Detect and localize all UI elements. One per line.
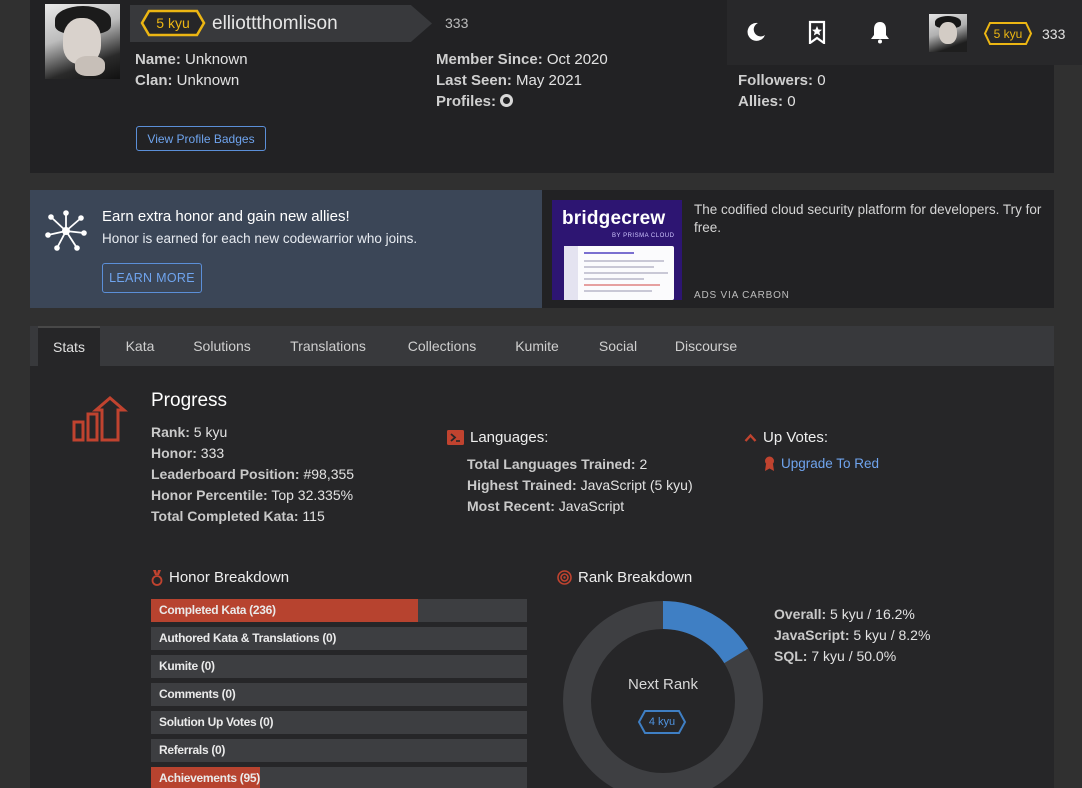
rank-overall: Overall: 5 kyu / 16.2% — [774, 606, 915, 622]
promo-subtitle: Honor is earned for each new codewarrior… — [102, 231, 418, 246]
stat-honor: Honor: 333 — [151, 445, 225, 461]
ad-screenshot — [564, 246, 674, 300]
honor-bar-label: Comments (0) — [159, 687, 236, 701]
upvotes-title: Up Votes: — [744, 429, 828, 446]
stat-total-languages: Total Languages Trained: 2 — [467, 456, 648, 472]
ads-via-carbon[interactable]: ADS VIA CARBON — [694, 290, 790, 301]
ribbon-icon — [765, 456, 774, 471]
carbon-ad[interactable]: bridgecrew BY PRISMA CLOUD The codified … — [542, 190, 1054, 308]
network-icon — [45, 210, 87, 251]
promo-title: Earn extra honor and gain new allies! — [102, 208, 350, 225]
info-profiles: Profiles: — [436, 91, 608, 112]
profile-info-middle: Member Since: Oct 2020 Last Seen: May 20… — [436, 49, 608, 112]
username: elliottthomlison — [212, 13, 338, 34]
progress-chart-icon — [72, 396, 128, 442]
honor-breakdown-title: Honor Breakdown — [151, 569, 289, 586]
profile-info-left: Name: Unknown Clan: Unknown — [135, 49, 248, 91]
toolbar-rank-badge[interactable]: 5 kyu — [983, 21, 1033, 46]
chevron-up-icon — [744, 433, 757, 442]
profile-rank-label: 5 kyu — [156, 15, 190, 31]
ad-text[interactable]: The codified cloud security platform for… — [694, 201, 1044, 237]
learn-more-button[interactable]: LEARN MORE — [102, 263, 202, 293]
target-icon — [557, 570, 572, 585]
next-rank-label: Next Rank — [627, 676, 699, 693]
tab-discourse[interactable]: Discourse — [664, 326, 748, 366]
upgrade-to-red-link[interactable]: Upgrade To Red — [764, 456, 879, 471]
info-allies[interactable]: Allies: 0 — [738, 91, 826, 112]
honor-bar: Kumite (0) — [151, 655, 527, 678]
profile-avatar — [45, 4, 120, 79]
tab-kata[interactable]: Kata — [110, 326, 170, 366]
ad-logo: bridgecrew — [562, 208, 666, 229]
stat-completed-kata: Total Completed Kata: 115 — [151, 508, 325, 524]
stat-honor-percentile: Honor Percentile: Top 32.335% — [151, 487, 354, 503]
profile-panel: Stats Kata Solutions Translations Collec… — [30, 326, 1054, 788]
info-name: Name: Unknown — [135, 51, 248, 68]
info-clan: Clan: Unknown — [135, 72, 240, 89]
info-last-seen: Last Seen: May 2021 — [436, 72, 582, 89]
rank-progress-donut — [563, 601, 763, 788]
next-rank-badge: 4 kyu — [637, 709, 687, 735]
toolbar-honor: 333 — [1042, 26, 1066, 42]
honor-bar-label: Kumite (0) — [159, 659, 215, 673]
moon-icon[interactable] — [744, 20, 768, 44]
tab-social[interactable]: Social — [588, 326, 648, 366]
github-icon[interactable] — [500, 94, 514, 107]
stat-highest-trained: Highest Trained: JavaScript (5 kyu) — [467, 477, 693, 493]
tab-translations[interactable]: Translations — [278, 326, 378, 366]
view-profile-badges-button[interactable]: View Profile Badges — [136, 126, 266, 151]
honor-bar-label: Solution Up Votes (0) — [159, 715, 274, 729]
info-followers[interactable]: Followers: 0 — [738, 70, 826, 91]
honor-bar: Authored Kata & Translations (0) — [151, 627, 527, 650]
toolbar-rank-label: 5 kyu — [993, 26, 1023, 41]
honor-bar: Referrals (0) — [151, 739, 527, 762]
languages-title: Languages: — [447, 429, 548, 446]
bookmark-star-icon[interactable] — [805, 20, 829, 44]
stat-leaderboard: Leaderboard Position: #98,355 — [151, 466, 355, 482]
profile-honor: 333 — [445, 15, 469, 31]
referral-promo: Earn extra honor and gain new allies! Ho… — [30, 190, 542, 308]
donut-progress-arc — [662, 601, 749, 664]
ad-logo-byline: BY PRISMA CLOUD — [612, 233, 675, 239]
bell-icon[interactable] — [868, 20, 892, 44]
progress-stats: Rank: 5 kyu Honor: 333 Leaderboard Posit… — [151, 422, 354, 527]
rank-sql: SQL: 7 kyu / 50.0% — [774, 648, 897, 664]
user-avatar[interactable] — [929, 14, 967, 52]
rank-breakdown-title: Rank Breakdown — [557, 569, 692, 586]
medal-icon — [151, 569, 163, 586]
honor-bar-label: Completed Kata (236) — [159, 603, 276, 617]
profile-rank-badge: 5 kyu — [140, 9, 206, 37]
rank-javascript: JavaScript: 5 kyu / 8.2% — [774, 627, 931, 643]
profile-tabs: Stats Kata Solutions Translations Collec… — [30, 326, 1054, 366]
stat-rank: Rank: 5 kyu — [151, 424, 228, 440]
info-member-since: Member Since: Oct 2020 — [436, 51, 608, 68]
rank-breakdown-stats: Overall: 5 kyu / 16.2% JavaScript: 5 kyu… — [774, 604, 930, 667]
stat-most-recent: Most Recent: JavaScript — [467, 498, 625, 514]
honor-bar: Solution Up Votes (0) — [151, 711, 527, 734]
ad-image[interactable]: bridgecrew BY PRISMA CLOUD — [552, 200, 682, 300]
honor-bar-label: Achievements (95) — [159, 771, 260, 785]
progress-title: Progress — [151, 390, 228, 411]
tab-collections[interactable]: Collections — [392, 326, 492, 366]
honor-bar: Achievements (95) — [151, 767, 527, 788]
honor-bar: Completed Kata (236) — [151, 599, 527, 622]
tab-stats[interactable]: Stats — [38, 326, 100, 366]
tab-kumite[interactable]: Kumite — [504, 326, 570, 366]
profile-info-right: Followers: 0 Allies: 0 — [738, 70, 826, 112]
terminal-icon — [447, 430, 464, 445]
honor-bar: Comments (0) — [151, 683, 527, 706]
honor-bar-label: Referrals (0) — [159, 743, 226, 757]
tab-solutions[interactable]: Solutions — [180, 326, 264, 366]
honor-bar-label: Authored Kata & Translations (0) — [159, 631, 337, 645]
top-toolbar: 5 kyu 333 — [727, 0, 1082, 65]
languages-stats: Total Languages Trained: 2 Highest Train… — [467, 454, 693, 517]
